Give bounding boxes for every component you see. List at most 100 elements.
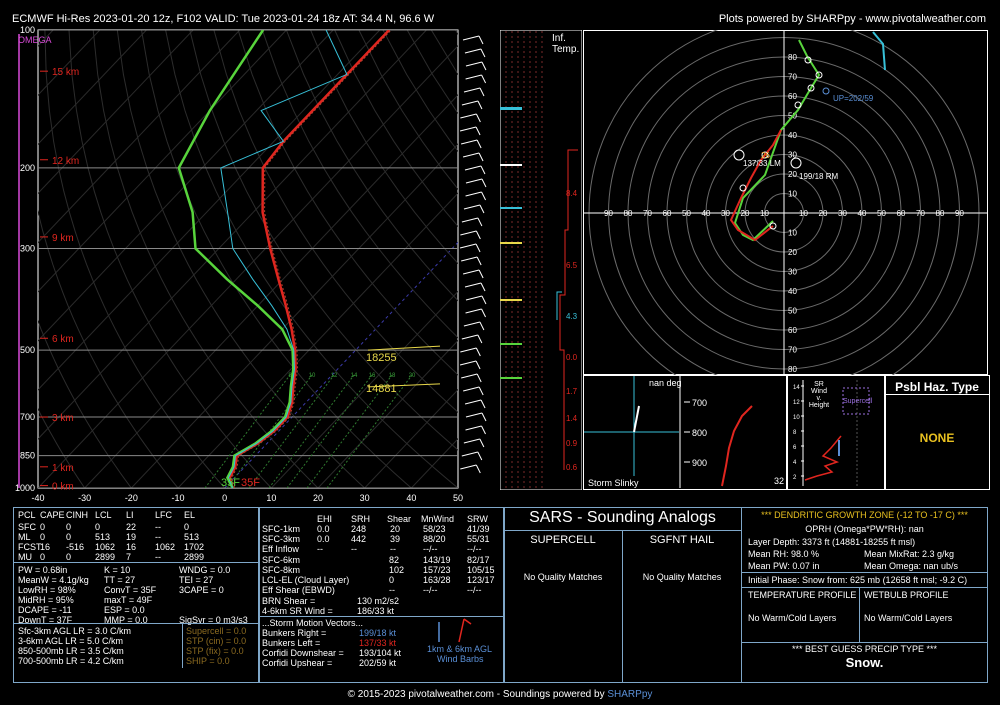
slinky-extra: 32 [774,476,785,486]
srwind-tick: 4 [793,460,797,466]
lapse-rate: 3-6km AGL LR = 5.0 C/km [18,636,123,646]
hodo-ring-label: 10 [799,209,808,218]
sars-vdivider [622,530,623,682]
thermo-cell: FCST [18,542,42,552]
wind-barb [462,152,480,158]
srwind-tick: 10 [793,415,800,421]
thermo-cell: MU [18,552,32,562]
kinematic-cell: Bunkers Left = [262,638,321,648]
dgz-divider3 [742,642,987,643]
kinematic-cell: 102 [389,565,405,575]
wind-barb-flag [480,282,486,292]
wind-barb [463,321,481,327]
wind-barb [462,35,480,41]
mixing-ratio-line [204,374,291,488]
sounding-page: ECMWF Hi-Res 2023-01-20 12z, F102 VALID:… [0,0,1000,705]
kinematic-cell: -- [317,544,323,554]
thermo-cell: 0 [184,522,190,532]
footer-copyright: © 2015-2023 pivotalweather.com - Soundin… [347,689,608,700]
wind-barb-flag [475,243,481,253]
height-label: 9 km [52,233,74,244]
pressure-tick-label: 700 [20,412,35,422]
hodo-ring-label: 10 [788,190,797,199]
wind-barb [464,165,482,171]
thermo-cell: LI [126,510,134,520]
hodo-up-label: UP=202/59 [833,94,874,103]
wind-barb-flag [477,334,483,344]
hodo-ring-label: 40 [858,209,867,218]
wind-barb [460,464,477,470]
kinematic-cell: 130 m2/s2 [357,596,400,606]
kinematic-cell: SFC-3km [262,534,300,544]
wind-barb [465,61,483,67]
sars-supercell-result: No Quality Matches [523,572,603,582]
wind-barb-flag [476,256,482,266]
slinky-chart [584,376,753,488]
sars-hail-result: No Quality Matches [642,572,722,582]
kinematic-cell: 55/31 [467,534,490,544]
thermo-cell: 22 [126,522,137,532]
kinematic-cell: ...Storm Motion Vectors... [262,618,364,628]
thermo-cell: LCL [95,510,112,520]
dgz-divider1 [742,572,987,573]
thermo-cell: 513 [95,532,111,542]
barb-legend-line [458,618,465,643]
inftemp-value: 1.7 [566,387,578,396]
wind-barb [460,113,477,119]
kinematic-cell: 82/17 [467,555,490,565]
kinematic-cell: 442 [351,534,367,544]
mixing-ratio-line [268,374,355,488]
wind-barb [465,178,483,184]
hodo-ring-label: 60 [788,326,797,335]
thermo-cell: 1062 [95,542,116,552]
dgz-oprh: OPRH (Omega*PW*RH): nan [805,524,924,534]
thermo-index: ESP = 0.0 [104,605,145,615]
wind-barb [459,126,477,132]
hodo-rm-label: 199/18 RM [799,172,838,181]
temp-tick-label: 50 [453,493,463,503]
thermo-cell: EL [184,510,196,520]
thermo-index: MeanW = 4.1g/kg [18,575,89,585]
thermo-cell: 0 [66,522,72,532]
thermo-index: TEI = 27 [179,575,214,585]
wind-barb [462,269,480,275]
wind-barb [465,425,482,431]
temp-tick-label: -30 [78,493,91,503]
mixing-ratio-label: 10 [309,373,316,379]
hodo-up-marker [822,87,830,95]
hodo-ring-label: 60 [663,209,672,218]
thermo-divider [14,562,259,563]
wind-barb-column [459,35,487,474]
sharppy-link[interactable]: SHARPpy [607,689,652,700]
mixing-ratio-label: 18 [389,373,396,379]
isotherm-line [38,45,458,488]
temp-tick-label: -20 [125,493,138,503]
thermo-cell: 7 [126,552,132,562]
hodo-ring-label: 30 [721,209,730,218]
sars-panel: SARS - Sounding Analogs SUPERCELL SGFNT … [503,507,742,683]
kinematic-cell: 157/23 [423,565,451,575]
kinematic-cell: 20 [390,524,401,534]
hodo-ring-label: 90 [604,209,613,218]
inftemp-value: 1.4 [566,414,578,423]
wind-barb-flag [479,87,485,97]
inferred-temp-column: 8.4 6.5 4.3 0.0 1.7 1.4 0.9 0.6 [500,30,582,490]
thermo-cell: -- [155,532,161,542]
temperature-line [228,30,391,488]
srwind-tick: 2 [793,475,797,481]
thermo-index: LowRH = 98% [18,585,76,595]
temp-tick-label: 20 [313,493,323,503]
wind-barb-flag [481,178,487,188]
wind-barb [464,399,482,405]
inftemp-value: 0.9 [566,439,578,448]
dry-adiabat [38,209,179,488]
temp-tick-label: 30 [360,493,370,503]
dgz-mean-omega: Mean Omega: nan ub/s [864,561,959,571]
kinematic-cell: 0.0 [317,534,330,544]
dgz-title: *** DENDRITIC GROWTH ZONE (-12 TO -17 C)… [761,510,968,520]
srwind-supercell: Supercell [843,398,873,405]
kinematic-cell: SRH [351,514,371,524]
hodo-ring-label: 80 [788,365,797,374]
srwind-tick: 8 [793,430,797,436]
wind-barb-flag [479,204,485,214]
